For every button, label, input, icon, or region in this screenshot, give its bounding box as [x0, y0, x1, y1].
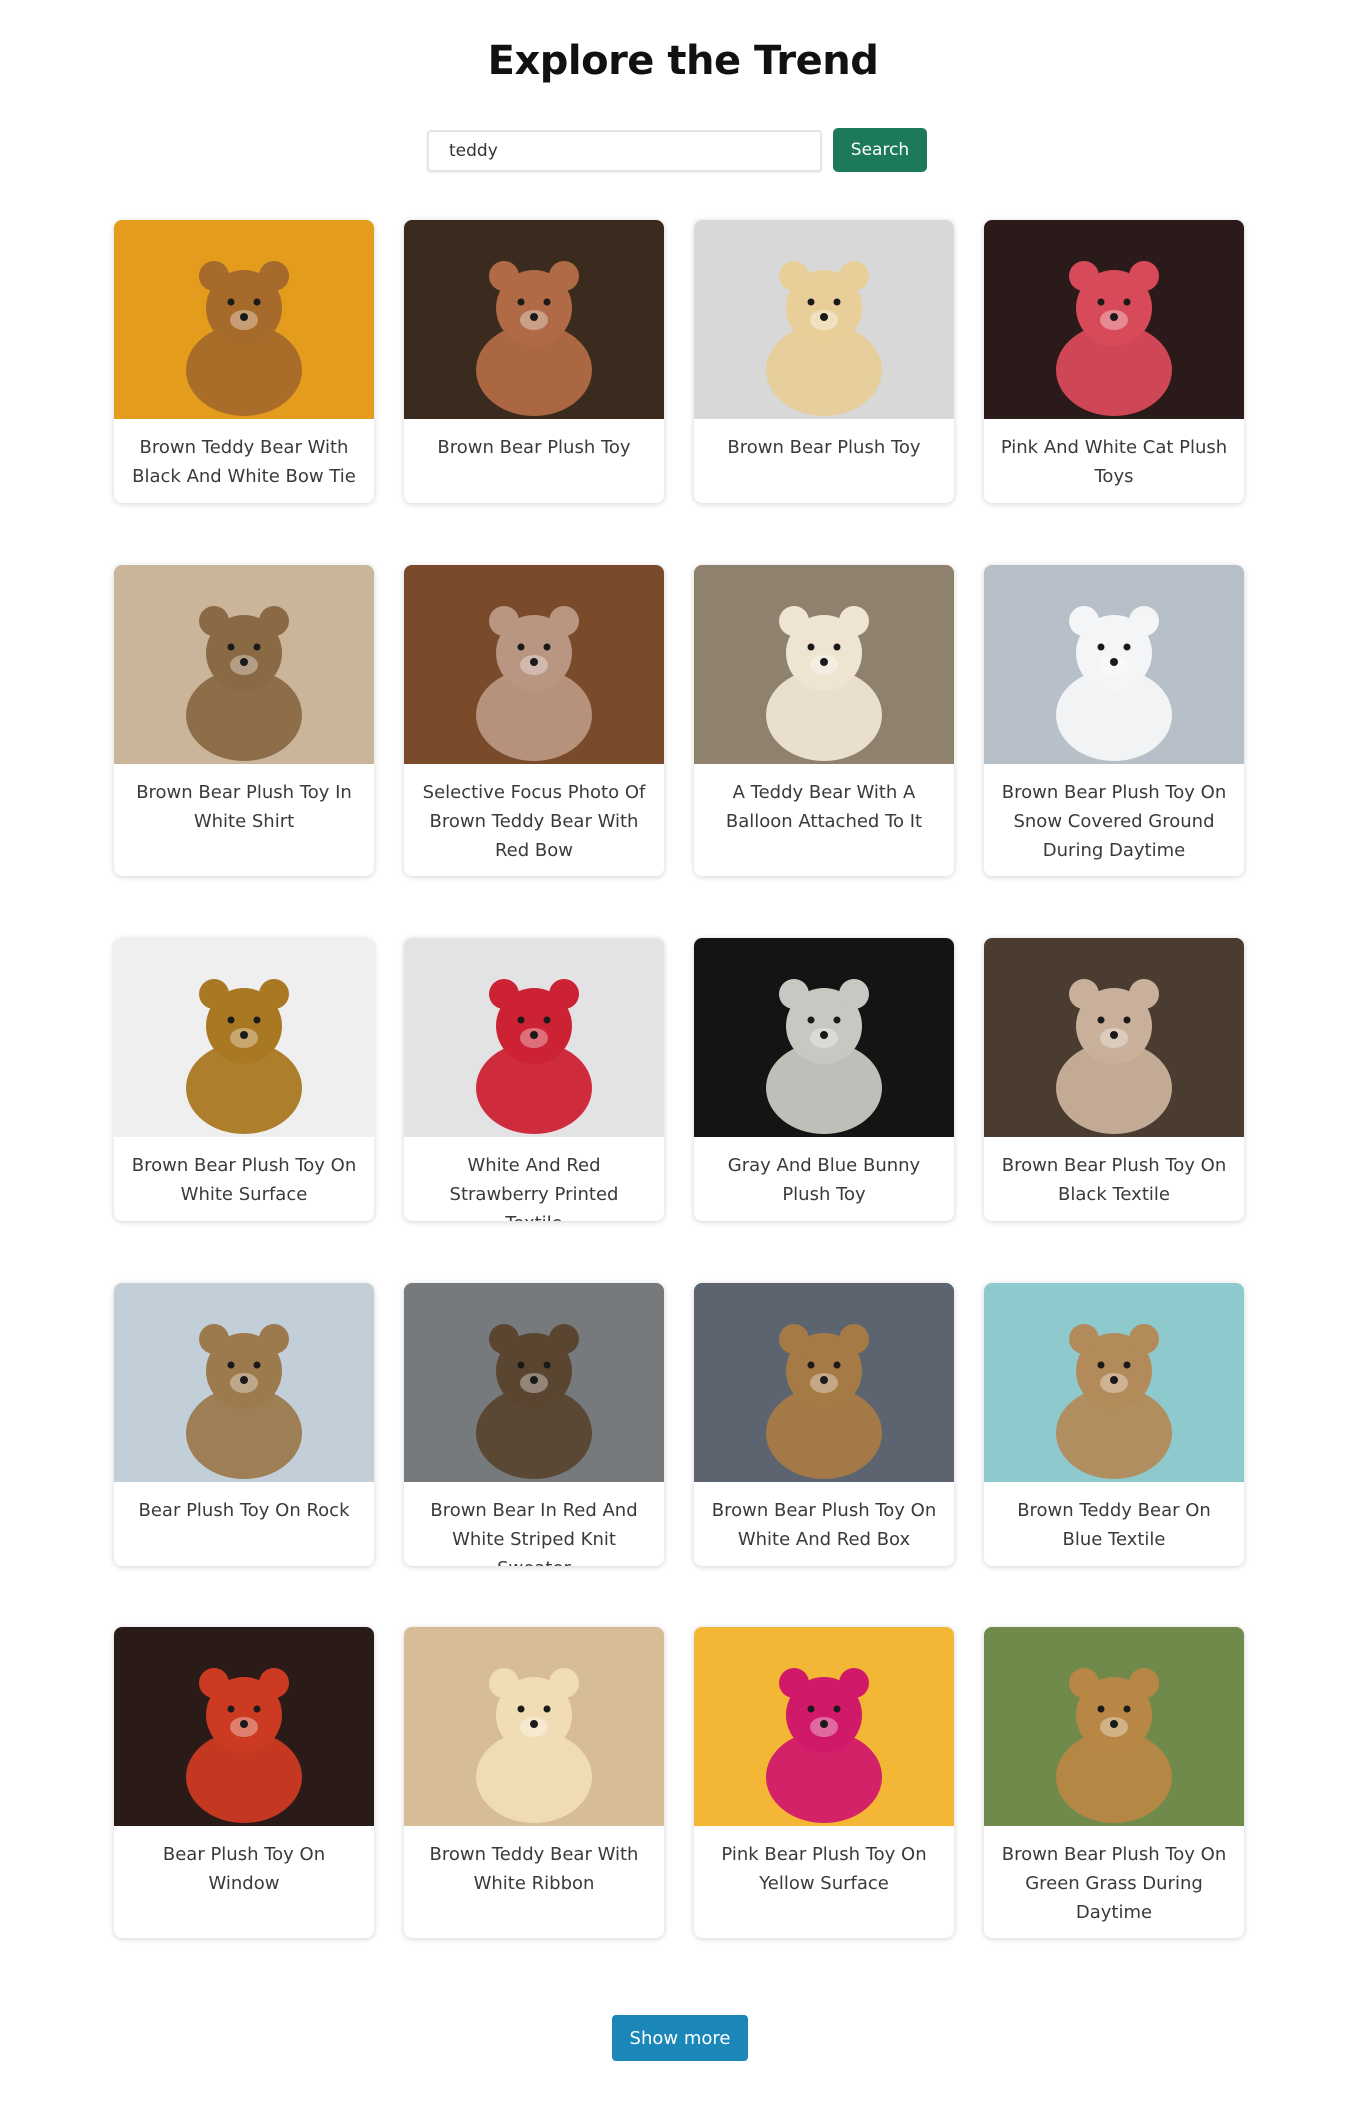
result-caption: Bear Plush Toy On Rock [138, 1500, 350, 1521]
result-image[interactable] [114, 938, 374, 1137]
result-card[interactable]: Brown Bear Plush Toy [404, 220, 664, 503]
result-image[interactable] [114, 1283, 374, 1482]
result-caption: Brown Bear Plush Toy [437, 437, 631, 458]
result-image[interactable] [404, 1283, 664, 1482]
result-caption: Brown Bear Plush Toy On White And Red Bo… [711, 1500, 937, 1550]
result-caption: Brown Bear Plush Toy On Black Textile [1001, 1155, 1227, 1205]
result-image[interactable] [984, 938, 1244, 1137]
result-image[interactable] [114, 1627, 374, 1826]
result-caption: Brown Bear Plush Toy [727, 437, 921, 458]
result-card[interactable]: Brown Bear In Red And White Striped Knit… [404, 1283, 664, 1566]
result-card[interactable]: Brown Teddy Bear With White Ribbon [404, 1627, 664, 1938]
search-button[interactable]: Search [833, 128, 927, 172]
result-image[interactable] [694, 565, 954, 764]
result-card[interactable]: Brown Bear Plush Toy On Snow Covered Gro… [984, 565, 1244, 876]
result-image[interactable] [694, 1627, 954, 1826]
result-caption: Brown Bear In Red And White Striped Knit… [430, 1500, 638, 1566]
result-card[interactable]: Brown Bear Plush Toy On Green Grass Duri… [984, 1627, 1244, 1938]
search-bar: Search [427, 128, 927, 174]
result-card[interactable]: Brown Bear Plush Toy On White And Red Bo… [694, 1283, 954, 1566]
result-card[interactable]: Brown Bear Plush Toy In White Shirt [114, 565, 374, 876]
result-caption: Pink And White Cat Plush Toys [1000, 437, 1228, 487]
result-caption: Brown Bear Plush Toy On White Surface [131, 1155, 357, 1205]
result-caption: Brown Bear Plush Toy On Green Grass Duri… [1001, 1844, 1227, 1923]
result-card[interactable]: Brown Teddy Bear With Black And White Bo… [114, 220, 374, 503]
result-image[interactable] [114, 565, 374, 764]
page: Explore the Trend Search Brown Teddy Bea… [0, 0, 1366, 2103]
result-image[interactable] [404, 1627, 664, 1826]
result-card[interactable]: White And Red Strawberry Printed Textile [404, 938, 664, 1221]
result-image[interactable] [694, 938, 954, 1137]
result-card[interactable]: Bear Plush Toy On Rock [114, 1283, 374, 1566]
result-card[interactable]: Pink And White Cat Plush Toys [984, 220, 1244, 503]
result-caption: White And Red Strawberry Printed Textile [449, 1155, 619, 1221]
result-caption: Gray And Blue Bunny Plush Toy [727, 1155, 921, 1205]
result-caption: A Teddy Bear With A Balloon Attached To … [725, 782, 923, 832]
result-card[interactable]: A Teddy Bear With A Balloon Attached To … [694, 565, 954, 876]
result-image[interactable] [694, 220, 954, 419]
page-title: Explore the Trend [487, 38, 879, 84]
result-image[interactable] [984, 565, 1244, 764]
result-card[interactable]: Brown Bear Plush Toy On Black Textile [984, 938, 1244, 1221]
result-image[interactable] [984, 220, 1244, 419]
result-image[interactable] [404, 565, 664, 764]
result-card[interactable]: Bear Plush Toy On Window [114, 1627, 374, 1938]
result-caption: Selective Focus Photo Of Brown Teddy Bea… [422, 782, 646, 861]
search-input[interactable] [427, 130, 822, 172]
result-caption: Pink Bear Plush Toy On Yellow Surface [721, 1844, 927, 1894]
result-card[interactable]: Brown Teddy Bear On Blue Textile [984, 1283, 1244, 1566]
result-image[interactable] [984, 1627, 1244, 1826]
show-more-button[interactable]: Show more [612, 2015, 748, 2061]
result-caption: Brown Bear Plush Toy In White Shirt [136, 782, 352, 832]
result-card[interactable]: Selective Focus Photo Of Brown Teddy Bea… [404, 565, 664, 876]
result-card[interactable]: Pink Bear Plush Toy On Yellow Surface [694, 1627, 954, 1938]
result-caption: Brown Bear Plush Toy On Snow Covered Gro… [1001, 782, 1227, 861]
result-image[interactable] [404, 220, 664, 419]
result-caption: Brown Teddy Bear With Black And White Bo… [132, 437, 356, 487]
result-image[interactable] [114, 220, 374, 419]
result-image[interactable] [404, 938, 664, 1137]
result-caption: Bear Plush Toy On Window [162, 1844, 326, 1894]
result-card[interactable]: Brown Bear Plush Toy On White Surface [114, 938, 374, 1221]
result-image[interactable] [694, 1283, 954, 1482]
result-caption: Brown Teddy Bear With White Ribbon [429, 1844, 639, 1894]
result-image[interactable] [984, 1283, 1244, 1482]
result-card[interactable]: Gray And Blue Bunny Plush Toy [694, 938, 954, 1221]
result-caption: Brown Teddy Bear On Blue Textile [1017, 1500, 1211, 1550]
result-card[interactable]: Brown Bear Plush Toy [694, 220, 954, 503]
